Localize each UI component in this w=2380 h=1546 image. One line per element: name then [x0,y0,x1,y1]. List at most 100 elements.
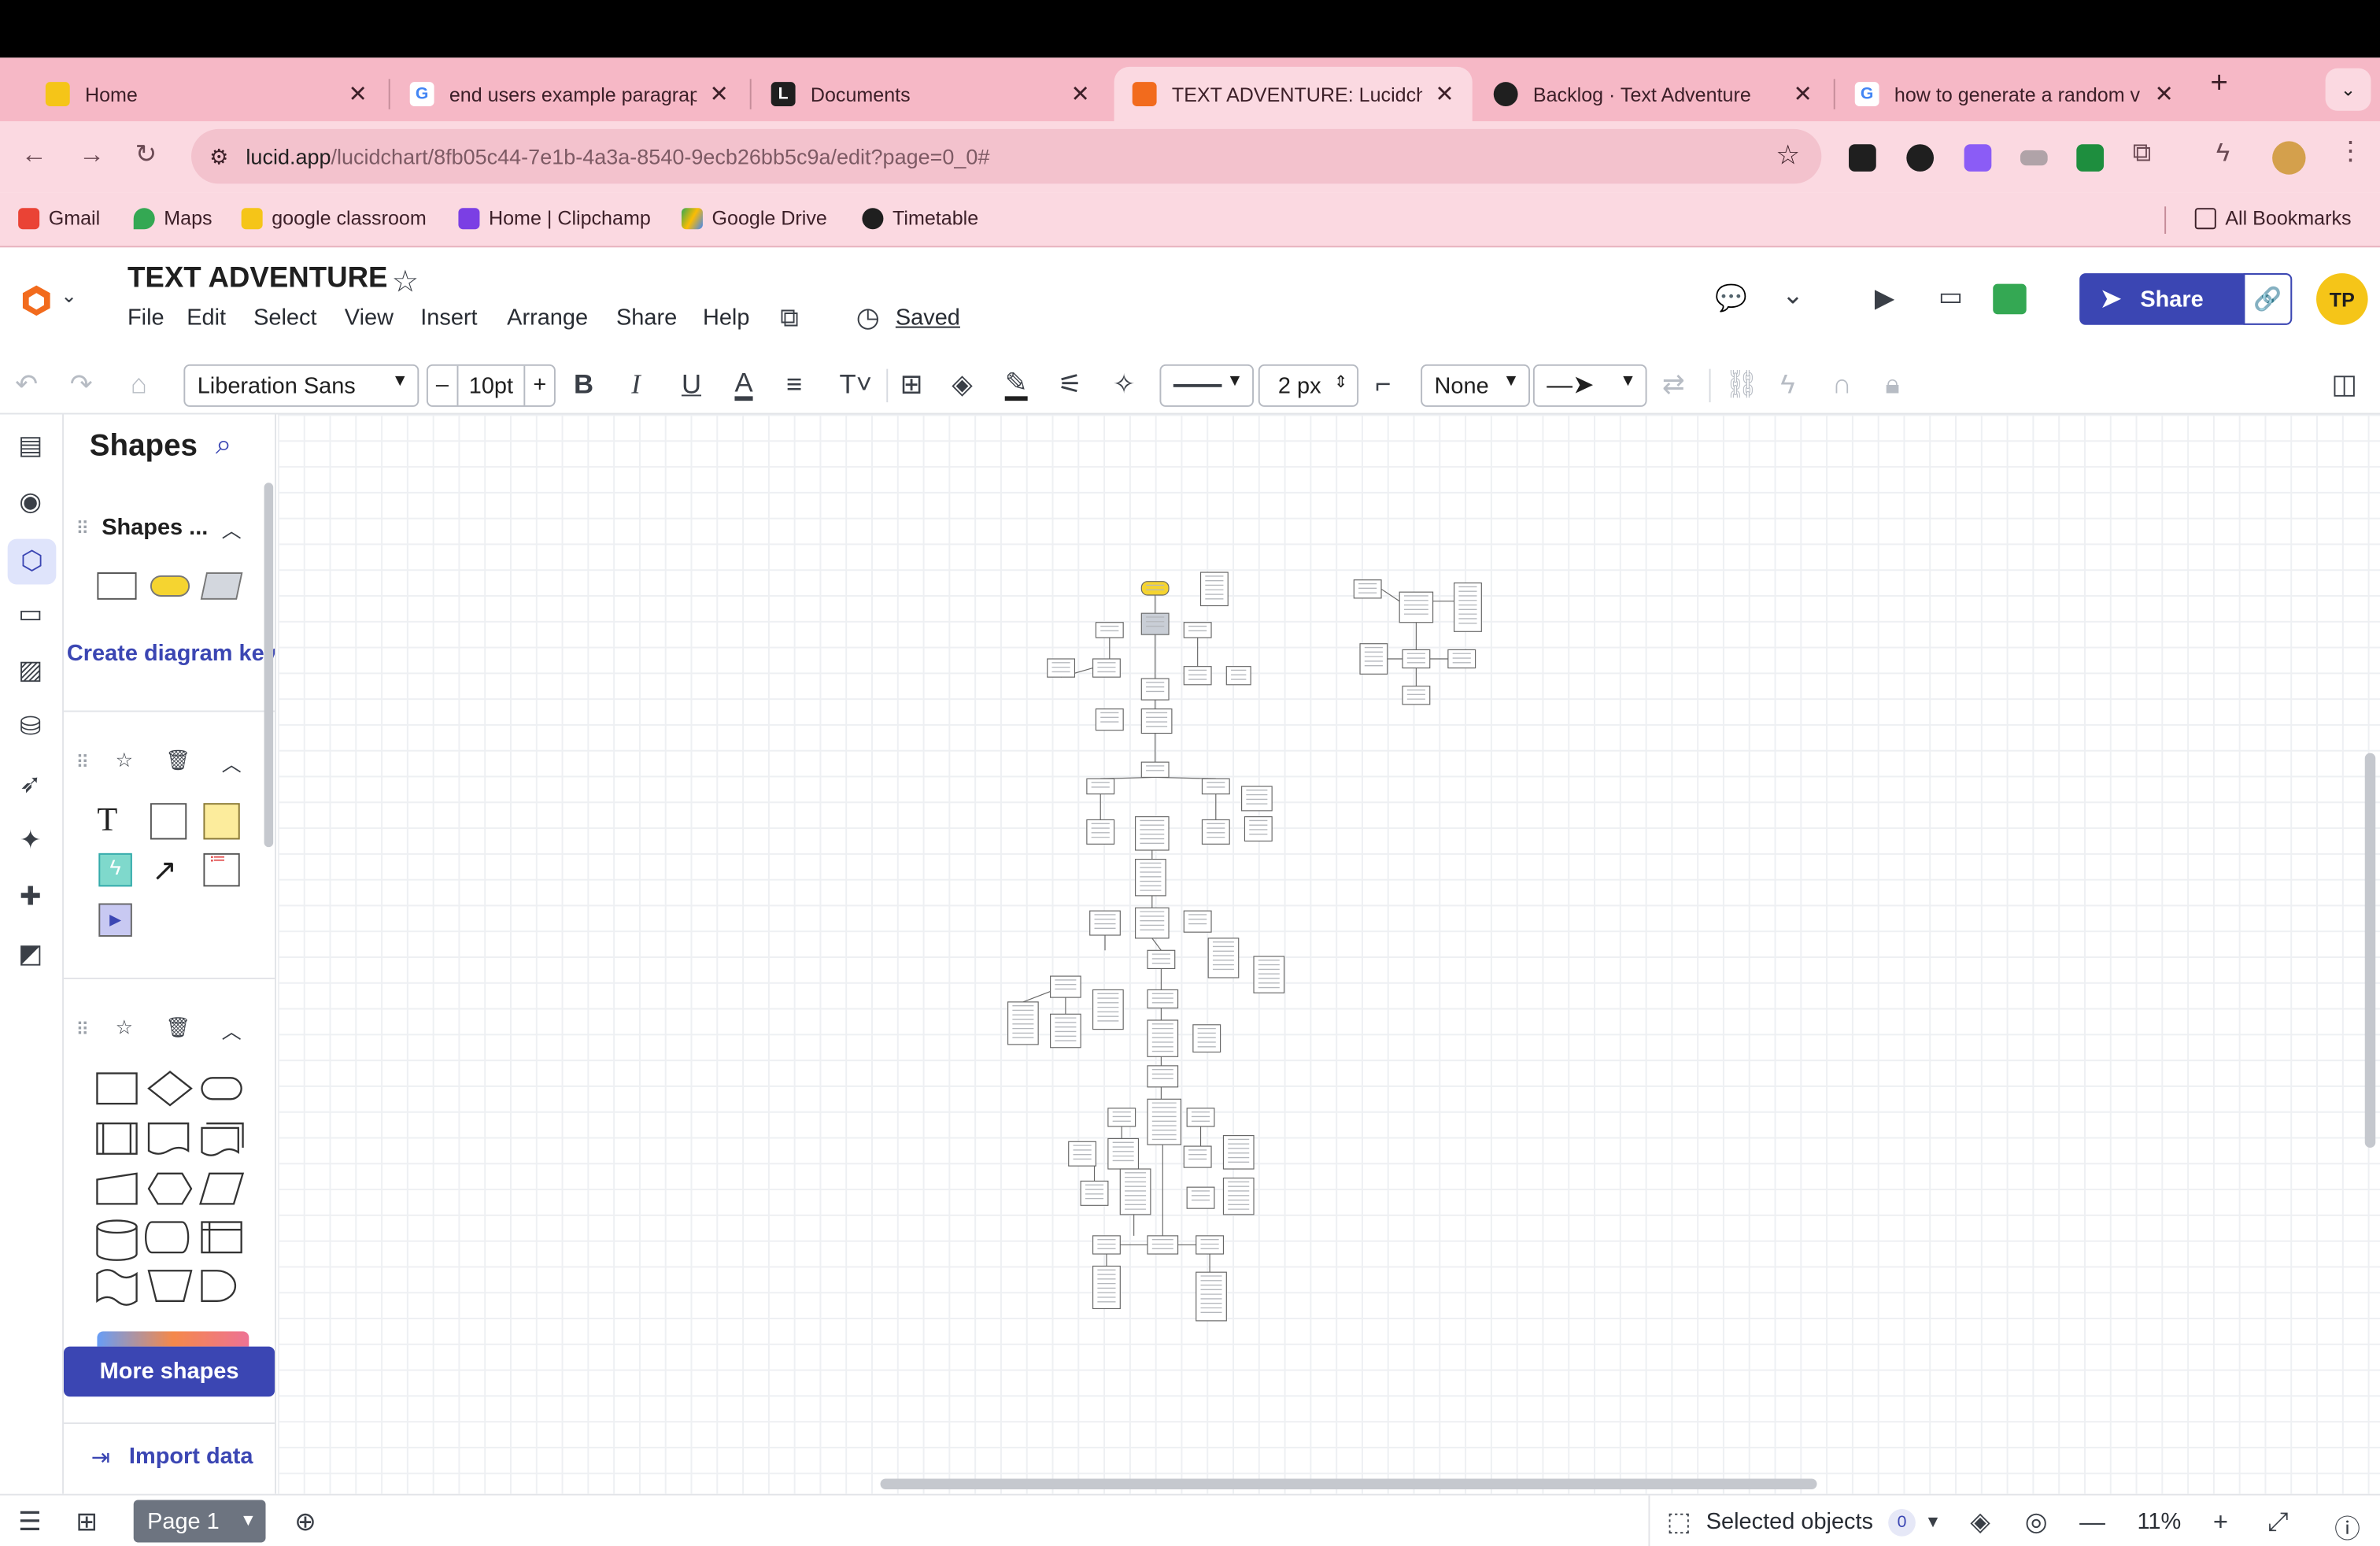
url-input[interactable]: ⚙ lucid.app/lucidchart/8fb05c44-7e1b-4a3… [191,128,1822,184]
flowchart-node[interactable] [1201,778,1230,795]
line-color-icon[interactable]: ✎ [1004,369,1028,401]
tab-search-end-users[interactable]: G end users example paragrap ✕ [392,67,747,121]
star-icon[interactable]: ☆ [116,1015,133,1040]
flowchart-node[interactable] [1092,1235,1121,1255]
flowchart-node[interactable] [1095,622,1124,638]
bookmark-gmail[interactable]: Gmail [18,206,100,229]
pages-icon[interactable]: ▤ [13,431,46,464]
flowchart-node[interactable] [1186,1108,1215,1127]
menu-view[interactable]: View [345,305,394,331]
selected-objects-label[interactable]: Selected objects [1706,1509,1873,1535]
block-shape[interactable] [150,803,187,840]
video-icon[interactable]: ▭ [1938,283,1963,313]
all-bookmarks[interactable]: All Bookmarks [2194,206,2352,229]
line-end-select[interactable]: —➤ ▼ [1532,364,1647,407]
fit-screen-icon[interactable]: ⤢ [2267,1507,2288,1538]
integrations-icon[interactable]: ✚ [13,882,46,915]
tab-backlog[interactable]: Backlog · Text Adventure ✕ [1476,67,1831,121]
increase-font-button[interactable]: + [523,365,554,405]
bookmark-classroom[interactable]: google classroom [241,206,427,229]
tab-search-button[interactable]: ⌄ [2325,68,2371,111]
container-icon[interactable]: ⊞ [900,369,923,401]
caret-down-icon[interactable]: ▼ [240,1512,257,1530]
search-icon[interactable]: ⌕ [216,430,232,463]
horizontal-scrollbar[interactable] [880,1478,1817,1489]
collapse-icon[interactable]: ︿ [222,749,242,778]
document-title[interactable]: TEXT ADVENTURE [128,263,388,296]
user-avatar[interactable]: TP [2316,273,2368,325]
flowchart-node[interactable] [1140,581,1170,596]
flowchart-shapes-grid[interactable] [91,1067,249,1311]
page-list-icon[interactable]: ☰ [18,1507,41,1538]
image-icon[interactable]: ▨ [13,656,46,689]
profile-avatar[interactable] [2272,141,2306,175]
data-icon[interactable]: ◉ [13,487,46,520]
import-data-link[interactable]: Import data [129,1444,253,1470]
shapes-icon[interactable]: ⬡ [7,538,57,585]
extensions-puzzle-icon[interactable]: ⧉ [2133,139,2151,169]
underline-icon[interactable]: U [682,369,701,401]
font-size-value[interactable]: 10pt [458,372,524,398]
menu-share[interactable]: Share [616,305,677,331]
flowchart-node[interactable] [1050,975,1081,998]
bookmark-timetable[interactable]: Timetable [862,206,978,229]
right-panel-icon[interactable]: ◫ [2331,369,2357,401]
rocket-icon[interactable]: ➶ [13,770,46,803]
flowchart-node[interactable] [1183,666,1212,686]
zoom-level[interactable]: 11% [2137,1509,2181,1535]
line-shape-icon[interactable]: ⌐ [1375,369,1391,401]
classroom-share-icon[interactable] [1993,283,2027,315]
flowchart-node[interactable] [1047,658,1076,678]
sparkle-icon[interactable]: ✦ [13,826,46,859]
sticky-note-shape[interactable] [203,803,240,840]
zoom-in-icon[interactable]: + [2213,1507,2228,1538]
trash-icon[interactable]: 🗑︎ [165,749,190,773]
trash-icon[interactable]: 🗑︎ [165,1015,190,1040]
flowchart-node[interactable] [1107,1108,1136,1127]
reload-icon[interactable]: ↻ [135,139,157,170]
lock-icon[interactable]: 🔒︎ [1885,369,1899,401]
add-page-icon[interactable]: ⊕ [294,1507,316,1538]
flowchart-node[interactable] [1140,678,1170,701]
share-button[interactable]: ➤ Share 🔗 [2079,273,2293,325]
tab-documents[interactable]: L Documents ✕ [753,67,1108,121]
chevron-down-icon[interactable]: ⌄ [1782,281,1803,312]
arrow-line-shape[interactable]: ↗ [152,852,177,890]
flowchart-node[interactable] [1447,649,1476,669]
flowchart-node[interactable] [1399,591,1434,623]
bold-icon[interactable]: B [574,369,593,401]
flowchart-node[interactable] [1092,658,1121,678]
flowchart-node[interactable] [1147,1235,1179,1255]
link-icon[interactable]: ⛓ [1724,369,1759,401]
flowchart-node[interactable] [1147,989,1179,1009]
action-shape[interactable]: ϟ [98,853,132,887]
flowchart-node[interactable] [1050,1013,1081,1049]
redo-icon[interactable]: ↷ [70,369,93,401]
connector-line[interactable] [1380,588,1400,602]
page-tab[interactable]: Page 1 ▼ [133,1500,266,1543]
flowchart-node[interactable] [1207,938,1240,978]
drag-handle-icon[interactable]: ⠿ [76,752,89,773]
text-options-icon[interactable]: T˅ [840,369,872,401]
more-icon[interactable]: ⋮ [2338,137,2363,168]
flowchart-node[interactable] [1222,1135,1255,1170]
extension-icon[interactable] [2020,150,2048,166]
extension-icon[interactable] [2076,144,2105,172]
layers-icon[interactable]: ◈ [1970,1507,1990,1538]
flowchart-node[interactable] [1140,612,1170,635]
chevron-down-icon[interactable]: ⌄ [61,284,77,309]
flowchart-node[interactable] [1092,989,1124,1030]
close-icon[interactable]: ✕ [2154,80,2173,108]
panel-scrollbar[interactable] [264,483,274,848]
flowchart-node[interactable] [1402,686,1431,705]
menu-insert[interactable]: Insert [420,305,477,331]
undo-icon[interactable]: ↶ [15,369,38,401]
terminator-shape[interactable] [150,575,190,597]
flowchart-node[interactable] [1135,907,1170,939]
flowchart-node[interactable] [1147,1098,1182,1145]
flowchart-node[interactable] [1147,1065,1179,1088]
flowchart-node[interactable] [1353,579,1382,599]
menu-select[interactable]: Select [253,305,316,331]
comment-icon[interactable]: 💬 [1715,284,1747,315]
back-icon[interactable]: ← [21,139,47,170]
